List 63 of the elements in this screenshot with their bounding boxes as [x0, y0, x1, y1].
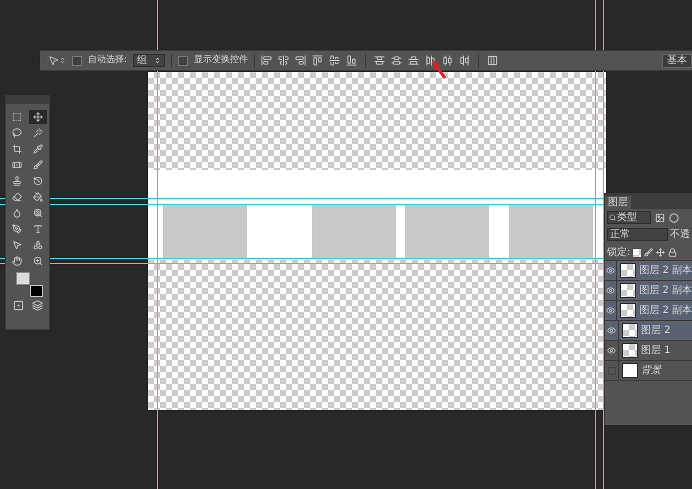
quick-mask-icon[interactable] — [12, 300, 24, 311]
layer-name: 背景 — [641, 364, 661, 378]
layer-name: 图层 2 — [641, 324, 671, 338]
layer-name: 图层 2 副本 — [639, 304, 692, 318]
lock-pixels-icon[interactable] — [633, 248, 642, 256]
stepper-icon — [154, 57, 162, 64]
align-left-icon[interactable] — [261, 55, 272, 66]
move-tool-icon[interactable] — [48, 55, 66, 66]
layer-row[interactable]: 图层 2 副本 — [605, 301, 692, 321]
blend-mode-dropdown[interactable]: 正常 — [607, 228, 668, 241]
distribute-middle-icon[interactable] — [391, 55, 402, 66]
image-filter-icon[interactable] — [655, 212, 665, 222]
layer-thumbnail — [620, 263, 636, 278]
checkbox[interactable] — [72, 56, 82, 66]
workspace-button[interactable]: 基本 — [662, 54, 692, 68]
distribute-center-icon[interactable] — [442, 55, 454, 66]
visibility-icon[interactable] — [606, 286, 616, 295]
distribute-top-icon[interactable] — [374, 55, 386, 66]
visibility-icon[interactable] — [607, 326, 616, 335]
visibility-icon[interactable] — [606, 266, 616, 275]
checkbox[interactable] — [178, 56, 188, 66]
lock-all-icon[interactable] — [668, 248, 678, 257]
filter-dropdown[interactable]: 类型 — [607, 211, 651, 224]
stepper-icon — [59, 57, 66, 64]
layer-row[interactable]: 图层 2 — [605, 321, 692, 341]
move-icon[interactable] — [29, 110, 47, 124]
layer-thumbnail — [620, 283, 636, 298]
auto-select-dropdown[interactable]: 组 — [133, 54, 166, 67]
show-transform-label: 显示变换控件 — [194, 54, 248, 67]
distribute-left-icon[interactable] — [425, 55, 436, 66]
layer-thumbnail — [622, 343, 638, 358]
distribute-right-icon[interactable] — [459, 55, 470, 66]
visibility-icon[interactable] — [607, 346, 616, 355]
visibility-icon[interactable] — [606, 306, 616, 315]
align-bottom-icon[interactable] — [346, 55, 358, 66]
align-center-icon[interactable] — [278, 55, 290, 66]
layers-tab[interactable]: 图层 — [605, 196, 631, 209]
lock-brush-icon[interactable] — [644, 248, 654, 257]
layer-row[interactable]: 图层 2 副本 — [605, 281, 692, 301]
layer-thumbnail — [622, 323, 638, 338]
layer-row[interactable]: 背景 — [605, 361, 692, 381]
lock-label: 锁定: — [607, 246, 630, 260]
auto-select-label: 自动选择: — [88, 54, 128, 67]
annotation-arrow — [431, 60, 449, 80]
adjustment-filter-icon[interactable] — [669, 212, 679, 222]
layer-name: 图层 2 副本 — [639, 284, 692, 298]
align-middle-icon[interactable] — [329, 55, 340, 66]
align-right-icon[interactable] — [295, 55, 306, 66]
screen-mode-icon[interactable] — [32, 300, 42, 311]
lock-position-icon[interactable] — [656, 248, 666, 257]
layer-row[interactable]: 图层 1 — [605, 341, 692, 361]
opacity-label: 不透 — [670, 228, 690, 242]
layer-thumbnail — [620, 303, 636, 318]
layer-row[interactable]: 图层 2 副本 — [605, 261, 692, 281]
distribute-bottom-icon[interactable] — [408, 55, 420, 66]
foreground-color-swatch[interactable] — [16, 272, 30, 285]
layer-thumbnail — [622, 363, 638, 378]
layer-name: 图层 1 — [641, 344, 671, 358]
search-icon — [609, 214, 616, 221]
background-color-swatch[interactable] — [30, 285, 42, 297]
layer-name: 图层 2 副本 — [639, 264, 692, 278]
auto-align-icon[interactable] — [487, 55, 498, 66]
align-top-icon[interactable] — [312, 55, 324, 66]
